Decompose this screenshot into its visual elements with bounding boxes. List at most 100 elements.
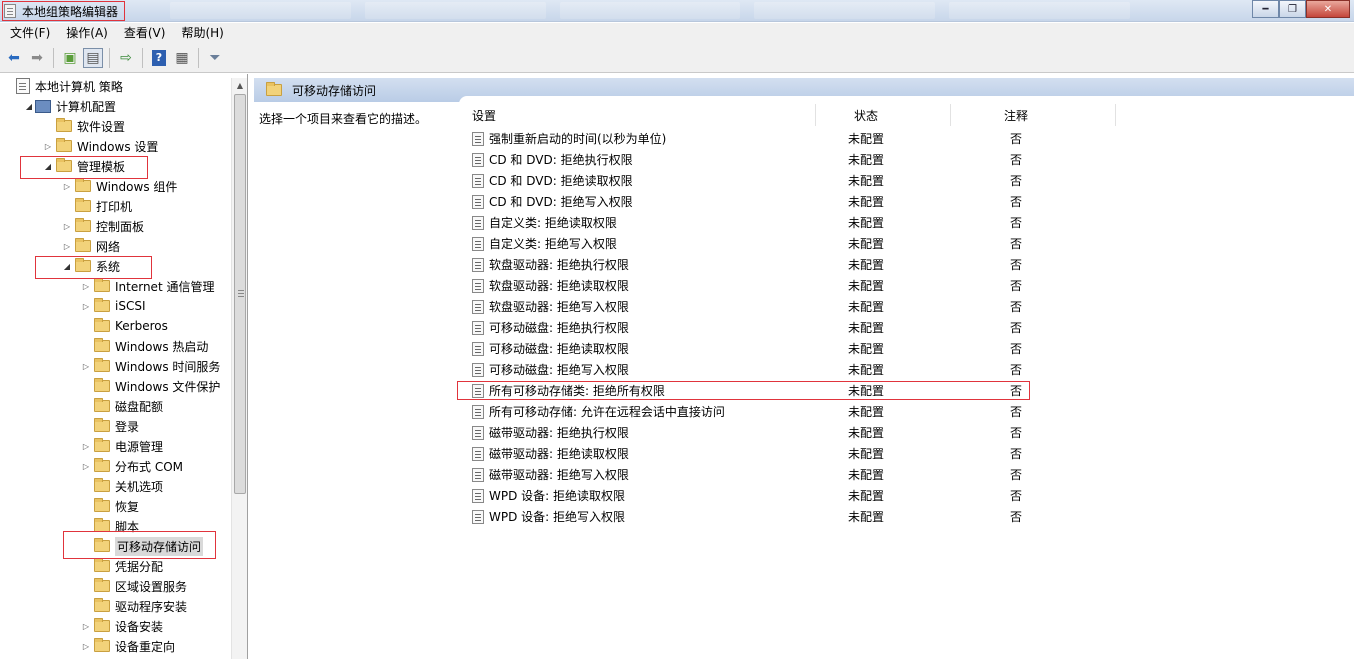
column-header-state[interactable]: 状态 — [816, 104, 951, 126]
toolbar: ⬅ ➡ ▣ ▤ ⇨ ? ▦ ⏷ — [0, 43, 1354, 73]
table-row[interactable]: CD 和 DVD: 拒绝执行权限 未配置 否 — [472, 149, 1032, 170]
minimize-button[interactable]: ━ — [1252, 0, 1279, 18]
background-taskbar-tabs — [170, 2, 1130, 19]
tree-item[interactable]: 打印机 — [61, 196, 132, 216]
collapsed-arrow-icon[interactable]: ▷ — [80, 462, 92, 471]
tree-item[interactable]: 凭据分配 — [80, 556, 163, 576]
tree-item[interactable]: ▷ 网络 — [61, 236, 120, 256]
table-row[interactable]: CD 和 DVD: 拒绝读取权限 未配置 否 — [472, 170, 1032, 191]
tree-item[interactable]: 本地计算机 策略 — [4, 76, 123, 96]
table-row[interactable]: 可移动磁盘: 拒绝写入权限 未配置 否 — [472, 359, 1032, 380]
highlight-removable-storage — [63, 531, 216, 559]
scroll-up-arrow-icon[interactable]: ▲ — [232, 78, 247, 94]
close-button[interactable]: ✕ — [1306, 0, 1350, 18]
filter-button[interactable]: ⏷ — [205, 48, 225, 68]
tree-item-label: 网络 — [96, 239, 121, 254]
forward-button[interactable]: ➡ — [27, 48, 47, 68]
collapsed-arrow-icon[interactable]: ▷ — [80, 302, 92, 311]
setting-name: WPD 设备: 拒绝写入权限 — [489, 510, 626, 524]
menu-view[interactable]: 查看(V) — [116, 23, 174, 43]
collapsed-arrow-icon[interactable]: ▷ — [80, 442, 92, 451]
collapsed-arrow-icon[interactable]: ▷ — [42, 142, 54, 151]
expanded-arrow-icon[interactable]: ◢ — [23, 102, 35, 111]
show-hide-tree-button[interactable]: ▤ — [83, 47, 103, 68]
back-icon: ⬅ — [8, 49, 20, 66]
setting-state: 未配置 — [848, 321, 885, 335]
tree-item[interactable]: 磁盘配额 — [80, 396, 163, 416]
table-row[interactable]: 自定义类: 拒绝读取权限 未配置 否 — [472, 212, 1032, 233]
tree-item[interactable]: 登录 — [80, 416, 139, 436]
table-row[interactable]: 所有可移动存储: 允许在远程会话中直接访问 未配置 否 — [472, 401, 1032, 422]
policy-setting-icon — [472, 320, 484, 335]
setting-note: 否 — [1010, 279, 1023, 293]
collapsed-arrow-icon[interactable]: ▷ — [61, 182, 73, 191]
tree-item-label: 电源管理 — [115, 439, 164, 454]
collapsed-arrow-icon[interactable]: ▷ — [80, 622, 92, 631]
ghost-tab — [559, 2, 741, 19]
tree-item[interactable]: 恢复 — [80, 496, 139, 516]
tree-item[interactable]: 驱动程序安装 — [80, 596, 187, 616]
table-row[interactable]: 自定义类: 拒绝写入权限 未配置 否 — [472, 233, 1032, 254]
toolbar-separator — [53, 47, 54, 68]
table-row[interactable]: 强制重新启动的时间(以秒为单位) 未配置 否 — [472, 128, 1032, 149]
setting-name: 自定义类: 拒绝写入权限 — [489, 237, 617, 251]
close-icon: ✕ — [1323, 3, 1333, 15]
table-row[interactable]: 软盘驱动器: 拒绝执行权限 未配置 否 — [472, 254, 1032, 275]
table-row[interactable]: CD 和 DVD: 拒绝写入权限 未配置 否 — [472, 191, 1032, 212]
tree-item[interactable]: ▷ Windows 组件 — [61, 176, 177, 196]
setting-name: 自定义类: 拒绝读取权限 — [489, 216, 617, 230]
setting-state: 未配置 — [848, 426, 885, 440]
tree-item[interactable]: Kerberos — [80, 316, 168, 336]
tree-item[interactable]: ▷ 电源管理 — [80, 436, 163, 456]
tree-item[interactable]: 软件设置 — [42, 116, 125, 136]
collapsed-arrow-icon[interactable]: ▷ — [80, 642, 92, 651]
policy-setting-icon — [472, 341, 484, 356]
properties-button[interactable]: ▦ — [172, 48, 192, 68]
scroll-thumb[interactable] — [234, 94, 246, 494]
setting-note: 否 — [1010, 447, 1023, 461]
tree-item[interactable]: Windows 热启动 — [80, 336, 208, 356]
collapsed-arrow-icon[interactable]: ▷ — [80, 282, 92, 291]
tree-item[interactable]: 区域设置服务 — [80, 576, 187, 596]
tree-item[interactable]: ▷ 设备安装 — [80, 616, 163, 636]
setting-state: 未配置 — [848, 468, 885, 482]
column-header-note[interactable]: 注释 — [951, 104, 1116, 126]
back-button[interactable]: ⬅ — [4, 48, 24, 68]
tree-item-label: 设备安装 — [115, 619, 164, 634]
table-row[interactable]: 可移动磁盘: 拒绝执行权限 未配置 否 — [472, 317, 1032, 338]
tree-item[interactable]: ◢ 计算机配置 — [23, 96, 116, 116]
tree-item-label: 打印机 — [96, 199, 133, 214]
table-row[interactable]: 软盘驱动器: 拒绝读取权限 未配置 否 — [472, 275, 1032, 296]
maximize-button[interactable]: ❐ — [1279, 0, 1306, 18]
setting-note: 否 — [1010, 510, 1023, 524]
tree-item[interactable]: ▷ 设备重定向 — [80, 636, 175, 656]
table-row[interactable]: 磁带驱动器: 拒绝读取权限 未配置 否 — [472, 443, 1032, 464]
tree-item[interactable]: ▷ Internet 通信管理 — [80, 276, 214, 296]
tree-item[interactable]: ▷ 控制面板 — [61, 216, 144, 236]
table-row[interactable]: WPD 设备: 拒绝读取权限 未配置 否 — [472, 485, 1032, 506]
setting-note: 否 — [1010, 342, 1023, 356]
table-row[interactable]: 软盘驱动器: 拒绝写入权限 未配置 否 — [472, 296, 1032, 317]
help-button[interactable]: ? — [149, 48, 169, 68]
collapsed-arrow-icon[interactable]: ▷ — [61, 242, 73, 251]
menu-file[interactable]: 文件(F) — [2, 23, 58, 43]
table-row[interactable]: 磁带驱动器: 拒绝执行权限 未配置 否 — [472, 422, 1032, 443]
collapsed-arrow-icon[interactable]: ▷ — [61, 222, 73, 231]
tree-scrollbar[interactable]: ▲ — [231, 78, 247, 659]
up-folder-button[interactable]: ▣ — [60, 48, 80, 68]
table-row[interactable]: 可移动磁盘: 拒绝读取权限 未配置 否 — [472, 338, 1032, 359]
tree-item[interactable]: ▷ Windows 时间服务 — [80, 356, 220, 376]
table-row[interactable]: 磁带驱动器: 拒绝写入权限 未配置 否 — [472, 464, 1032, 485]
collapsed-arrow-icon[interactable]: ▷ — [80, 362, 92, 371]
table-row[interactable]: WPD 设备: 拒绝写入权限 未配置 否 — [472, 506, 1032, 527]
tree-item[interactable]: 关机选项 — [80, 476, 163, 496]
tree-item[interactable]: ▷ iSCSI — [80, 296, 146, 316]
tree-item[interactable]: ▷ Windows 设置 — [42, 136, 158, 156]
menu-help[interactable]: 帮助(H) — [173, 23, 231, 43]
export-list-button[interactable]: ⇨ — [116, 48, 136, 68]
tree-item[interactable]: ▷ 分布式 COM — [80, 456, 183, 476]
menu-action[interactable]: 操作(A) — [58, 23, 116, 43]
properties-icon: ▦ — [175, 49, 189, 66]
tree-item[interactable]: Windows 文件保护 — [80, 376, 220, 396]
column-header-setting[interactable]: 设置 — [468, 104, 816, 126]
